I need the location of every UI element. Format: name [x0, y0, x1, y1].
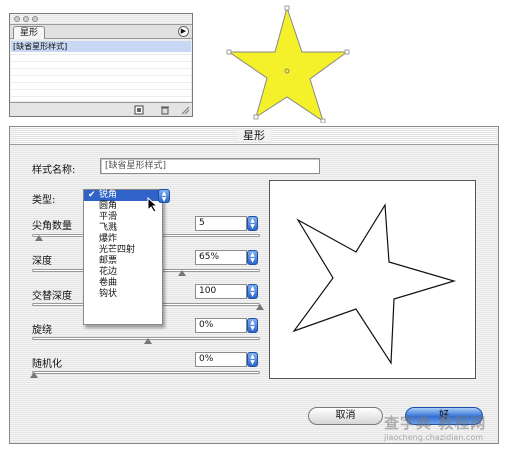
type-option-explosion[interactable]: 爆炸	[84, 234, 162, 245]
type-popup-arrows-icon[interactable]: ▲ ▼	[158, 189, 170, 203]
minimize-dot-icon[interactable]	[23, 16, 29, 22]
twist-label: 旋绕	[32, 325, 52, 336]
resize-grip-icon[interactable]	[180, 105, 190, 115]
star-outline-preview	[292, 203, 457, 365]
palette-titlebar[interactable]	[10, 14, 192, 25]
close-dot-icon[interactable]	[14, 16, 20, 22]
new-style-icon[interactable]	[134, 105, 144, 115]
type-option-radiant[interactable]: 光芒四射	[84, 245, 162, 256]
mouse-cursor-icon	[147, 197, 159, 213]
cancel-button[interactable]: 取消	[308, 407, 383, 425]
type-option-stamp[interactable]: 邮票	[84, 256, 162, 267]
zoom-dot-icon[interactable]	[32, 16, 38, 22]
star-polygon	[227, 6, 349, 123]
dialog-title: 星形	[237, 129, 271, 142]
ok-button[interactable]: 好	[405, 407, 483, 425]
star-dialog: 星形 样式名称: [缺省星形样式] 类型: 尖角数量 5 ▲ ▼ 深度 65% ▲…	[9, 126, 499, 444]
trash-icon[interactable]	[160, 105, 170, 115]
depth-label: 深度	[32, 256, 52, 267]
points-field[interactable]: 5	[195, 216, 247, 231]
style-list-item[interactable]: [缺省星形样式]	[11, 41, 191, 52]
window-controls	[14, 16, 38, 22]
type-label: 类型:	[32, 195, 56, 206]
type-option-lace[interactable]: 花边	[84, 267, 162, 278]
type-option-curl[interactable]: 卷曲	[84, 278, 162, 289]
dialog-titlebar[interactable]: 星形	[10, 127, 498, 145]
randomize-stepper[interactable]: ▲ ▼	[247, 352, 258, 367]
randomize-slider-thumb[interactable]	[30, 372, 38, 378]
palette-tab-row: 星形 ▶	[10, 25, 192, 39]
tab-star[interactable]: 星形	[13, 26, 46, 39]
points-slider-thumb[interactable]	[35, 235, 43, 241]
depth-field[interactable]: 65%	[195, 250, 247, 265]
style-name-label: 样式名称:	[32, 165, 76, 176]
randomize-label: 随机化	[32, 359, 62, 370]
randomize-field[interactable]: 0%	[195, 352, 247, 367]
depth-stepper[interactable]: ▲ ▼	[247, 250, 258, 265]
twist-slider-thumb[interactable]	[144, 338, 152, 344]
alt-depth-stepper[interactable]: ▲ ▼	[247, 284, 258, 299]
checkmark-icon: ✔	[88, 190, 96, 200]
style-name-field[interactable]: [缺省星形样式]	[100, 158, 320, 174]
points-label: 尖角数量	[32, 221, 72, 232]
depth-slider-thumb[interactable]	[178, 270, 186, 276]
alt-depth-field[interactable]: 100	[195, 284, 247, 299]
type-option-hook[interactable]: 钩状	[84, 289, 162, 300]
alt-depth-label: 交替深度	[32, 291, 72, 302]
points-stepper[interactable]: ▲ ▼	[247, 216, 258, 231]
style-list: [缺省星形样式]	[11, 41, 191, 101]
randomize-slider-track[interactable]	[32, 371, 260, 374]
palette-menu-arrow-icon[interactable]: ▶	[178, 26, 189, 37]
type-option-splash[interactable]: 飞溅	[84, 223, 162, 234]
type-option-smooth[interactable]: 平滑	[84, 212, 162, 223]
star-styles-palette: 星形 ▶ [缺省星形样式]	[9, 13, 193, 117]
twist-stepper[interactable]: ▲ ▼	[247, 318, 258, 333]
alt-depth-slider-thumb[interactable]	[256, 304, 264, 310]
palette-bottom-bar	[10, 102, 192, 116]
star-preview-box	[269, 180, 476, 379]
star-shape-preview[interactable]	[225, 5, 350, 123]
twist-field[interactable]: 0%	[195, 318, 247, 333]
